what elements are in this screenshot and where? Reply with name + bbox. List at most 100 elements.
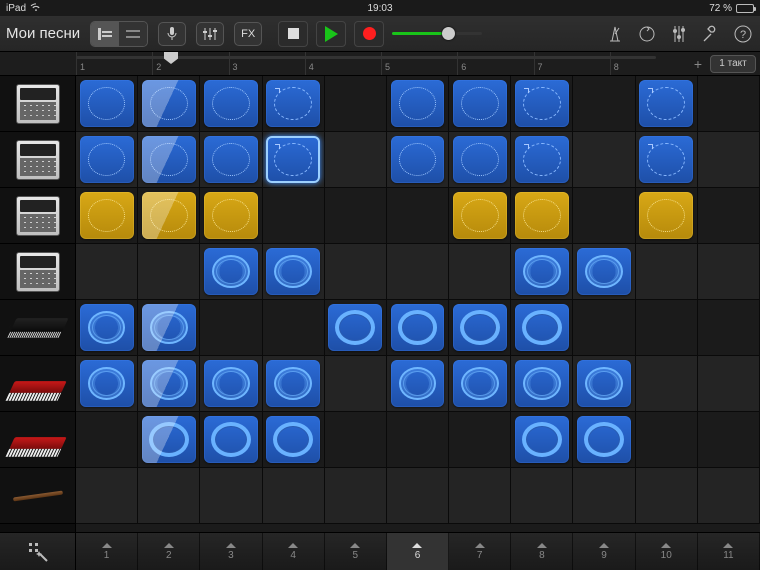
grid-cell[interactable] xyxy=(138,468,200,524)
loop-cell[interactable] xyxy=(515,304,569,351)
grid-cell[interactable] xyxy=(511,132,573,188)
loop-cell[interactable] xyxy=(80,80,134,127)
loop-cell[interactable] xyxy=(266,136,320,183)
column-trigger[interactable]: 1 xyxy=(76,533,138,570)
grid-cell[interactable] xyxy=(511,356,573,412)
grid-cell[interactable] xyxy=(573,412,635,468)
loop-cell[interactable] xyxy=(80,192,134,239)
record-button[interactable] xyxy=(354,21,384,47)
grid-cell[interactable] xyxy=(698,300,760,356)
grid-cell[interactable] xyxy=(76,300,138,356)
grid-cell[interactable] xyxy=(449,300,511,356)
grid-cell[interactable] xyxy=(698,356,760,412)
grid-cell[interactable] xyxy=(573,468,635,524)
grid-cell[interactable] xyxy=(325,76,387,132)
grid-cell[interactable] xyxy=(263,356,325,412)
track-header[interactable] xyxy=(0,300,75,356)
add-section-button[interactable]: + xyxy=(686,56,710,72)
track-header[interactable] xyxy=(0,188,75,244)
grid-cell[interactable] xyxy=(387,188,449,244)
grid-cell[interactable] xyxy=(263,244,325,300)
metronome-icon[interactable] xyxy=(604,23,626,45)
grid-cell[interactable] xyxy=(325,132,387,188)
loop-cell[interactable] xyxy=(515,136,569,183)
loop-cell[interactable] xyxy=(515,360,569,407)
grid-cell[interactable] xyxy=(636,188,698,244)
loop-cell[interactable] xyxy=(639,192,693,239)
grid-cell[interactable] xyxy=(449,468,511,524)
loop-cell[interactable] xyxy=(391,136,445,183)
grid-cell[interactable] xyxy=(263,412,325,468)
grid-cell[interactable] xyxy=(698,468,760,524)
column-trigger[interactable]: 6 xyxy=(387,533,449,570)
loop-cell[interactable] xyxy=(577,416,631,463)
grid-cell[interactable] xyxy=(636,300,698,356)
loop-cell[interactable] xyxy=(391,80,445,127)
column-trigger[interactable]: 11 xyxy=(698,533,760,570)
grid-cell[interactable] xyxy=(449,244,511,300)
grid-cell[interactable] xyxy=(636,356,698,412)
grid-cell[interactable] xyxy=(387,76,449,132)
grid-cell[interactable] xyxy=(200,188,262,244)
grid-cell[interactable] xyxy=(138,300,200,356)
grid-cell[interactable] xyxy=(263,188,325,244)
column-trigger[interactable]: 2 xyxy=(138,533,200,570)
loop-cell[interactable] xyxy=(266,416,320,463)
view-mode-tracks[interactable] xyxy=(119,22,147,46)
grid-cell[interactable] xyxy=(263,132,325,188)
track-header[interactable] xyxy=(0,468,75,524)
grid-cell[interactable] xyxy=(573,76,635,132)
grid-cell[interactable] xyxy=(511,188,573,244)
grid-cell[interactable] xyxy=(76,412,138,468)
view-mode-cells[interactable] xyxy=(91,22,119,46)
grid-cell[interactable] xyxy=(636,132,698,188)
column-trigger[interactable]: 7 xyxy=(449,533,511,570)
grid-cell[interactable] xyxy=(263,468,325,524)
loop-cell[interactable] xyxy=(515,192,569,239)
column-trigger[interactable]: 10 xyxy=(636,533,698,570)
column-trigger[interactable]: 8 xyxy=(511,533,573,570)
grid-cell[interactable] xyxy=(138,356,200,412)
settings-wrench-icon[interactable] xyxy=(700,23,722,45)
grid-cell[interactable] xyxy=(698,132,760,188)
grid-cell[interactable] xyxy=(263,76,325,132)
loop-cell[interactable] xyxy=(453,304,507,351)
grid-cell[interactable] xyxy=(387,468,449,524)
grid-cell[interactable] xyxy=(325,468,387,524)
loop-cell[interactable] xyxy=(453,136,507,183)
grid-cell[interactable] xyxy=(636,76,698,132)
grid-cell[interactable] xyxy=(387,356,449,412)
loop-cell[interactable] xyxy=(204,192,258,239)
loop-cell[interactable] xyxy=(391,360,445,407)
loop-cell[interactable] xyxy=(142,416,196,463)
grid-cell[interactable] xyxy=(138,412,200,468)
grid-cell[interactable] xyxy=(636,244,698,300)
grid-cell[interactable] xyxy=(387,132,449,188)
grid-cell[interactable] xyxy=(698,188,760,244)
grid-cell[interactable] xyxy=(200,132,262,188)
grid-cell[interactable] xyxy=(573,300,635,356)
help-icon[interactable]: ? xyxy=(732,23,754,45)
loop-cell[interactable] xyxy=(453,360,507,407)
grid-cell[interactable] xyxy=(76,188,138,244)
track-header[interactable] xyxy=(0,132,75,188)
grid-cell[interactable] xyxy=(325,412,387,468)
grid-cell[interactable] xyxy=(511,300,573,356)
track-header[interactable] xyxy=(0,356,75,412)
grid-cell[interactable] xyxy=(511,244,573,300)
column-trigger[interactable]: 3 xyxy=(200,533,262,570)
loop-cell[interactable] xyxy=(142,136,196,183)
loop-cell[interactable] xyxy=(391,304,445,351)
loop-cell[interactable] xyxy=(80,304,134,351)
grid-cell[interactable] xyxy=(200,244,262,300)
loop-cell[interactable] xyxy=(266,80,320,127)
grid-cell[interactable] xyxy=(263,300,325,356)
loop-cell[interactable] xyxy=(80,136,134,183)
track-header[interactable] xyxy=(0,412,75,468)
loop-cell[interactable] xyxy=(204,416,258,463)
loop-cell[interactable] xyxy=(266,248,320,295)
loop-cell[interactable] xyxy=(204,80,258,127)
controls-icon[interactable] xyxy=(668,23,690,45)
grid-cell[interactable] xyxy=(449,412,511,468)
track-header[interactable] xyxy=(0,76,75,132)
